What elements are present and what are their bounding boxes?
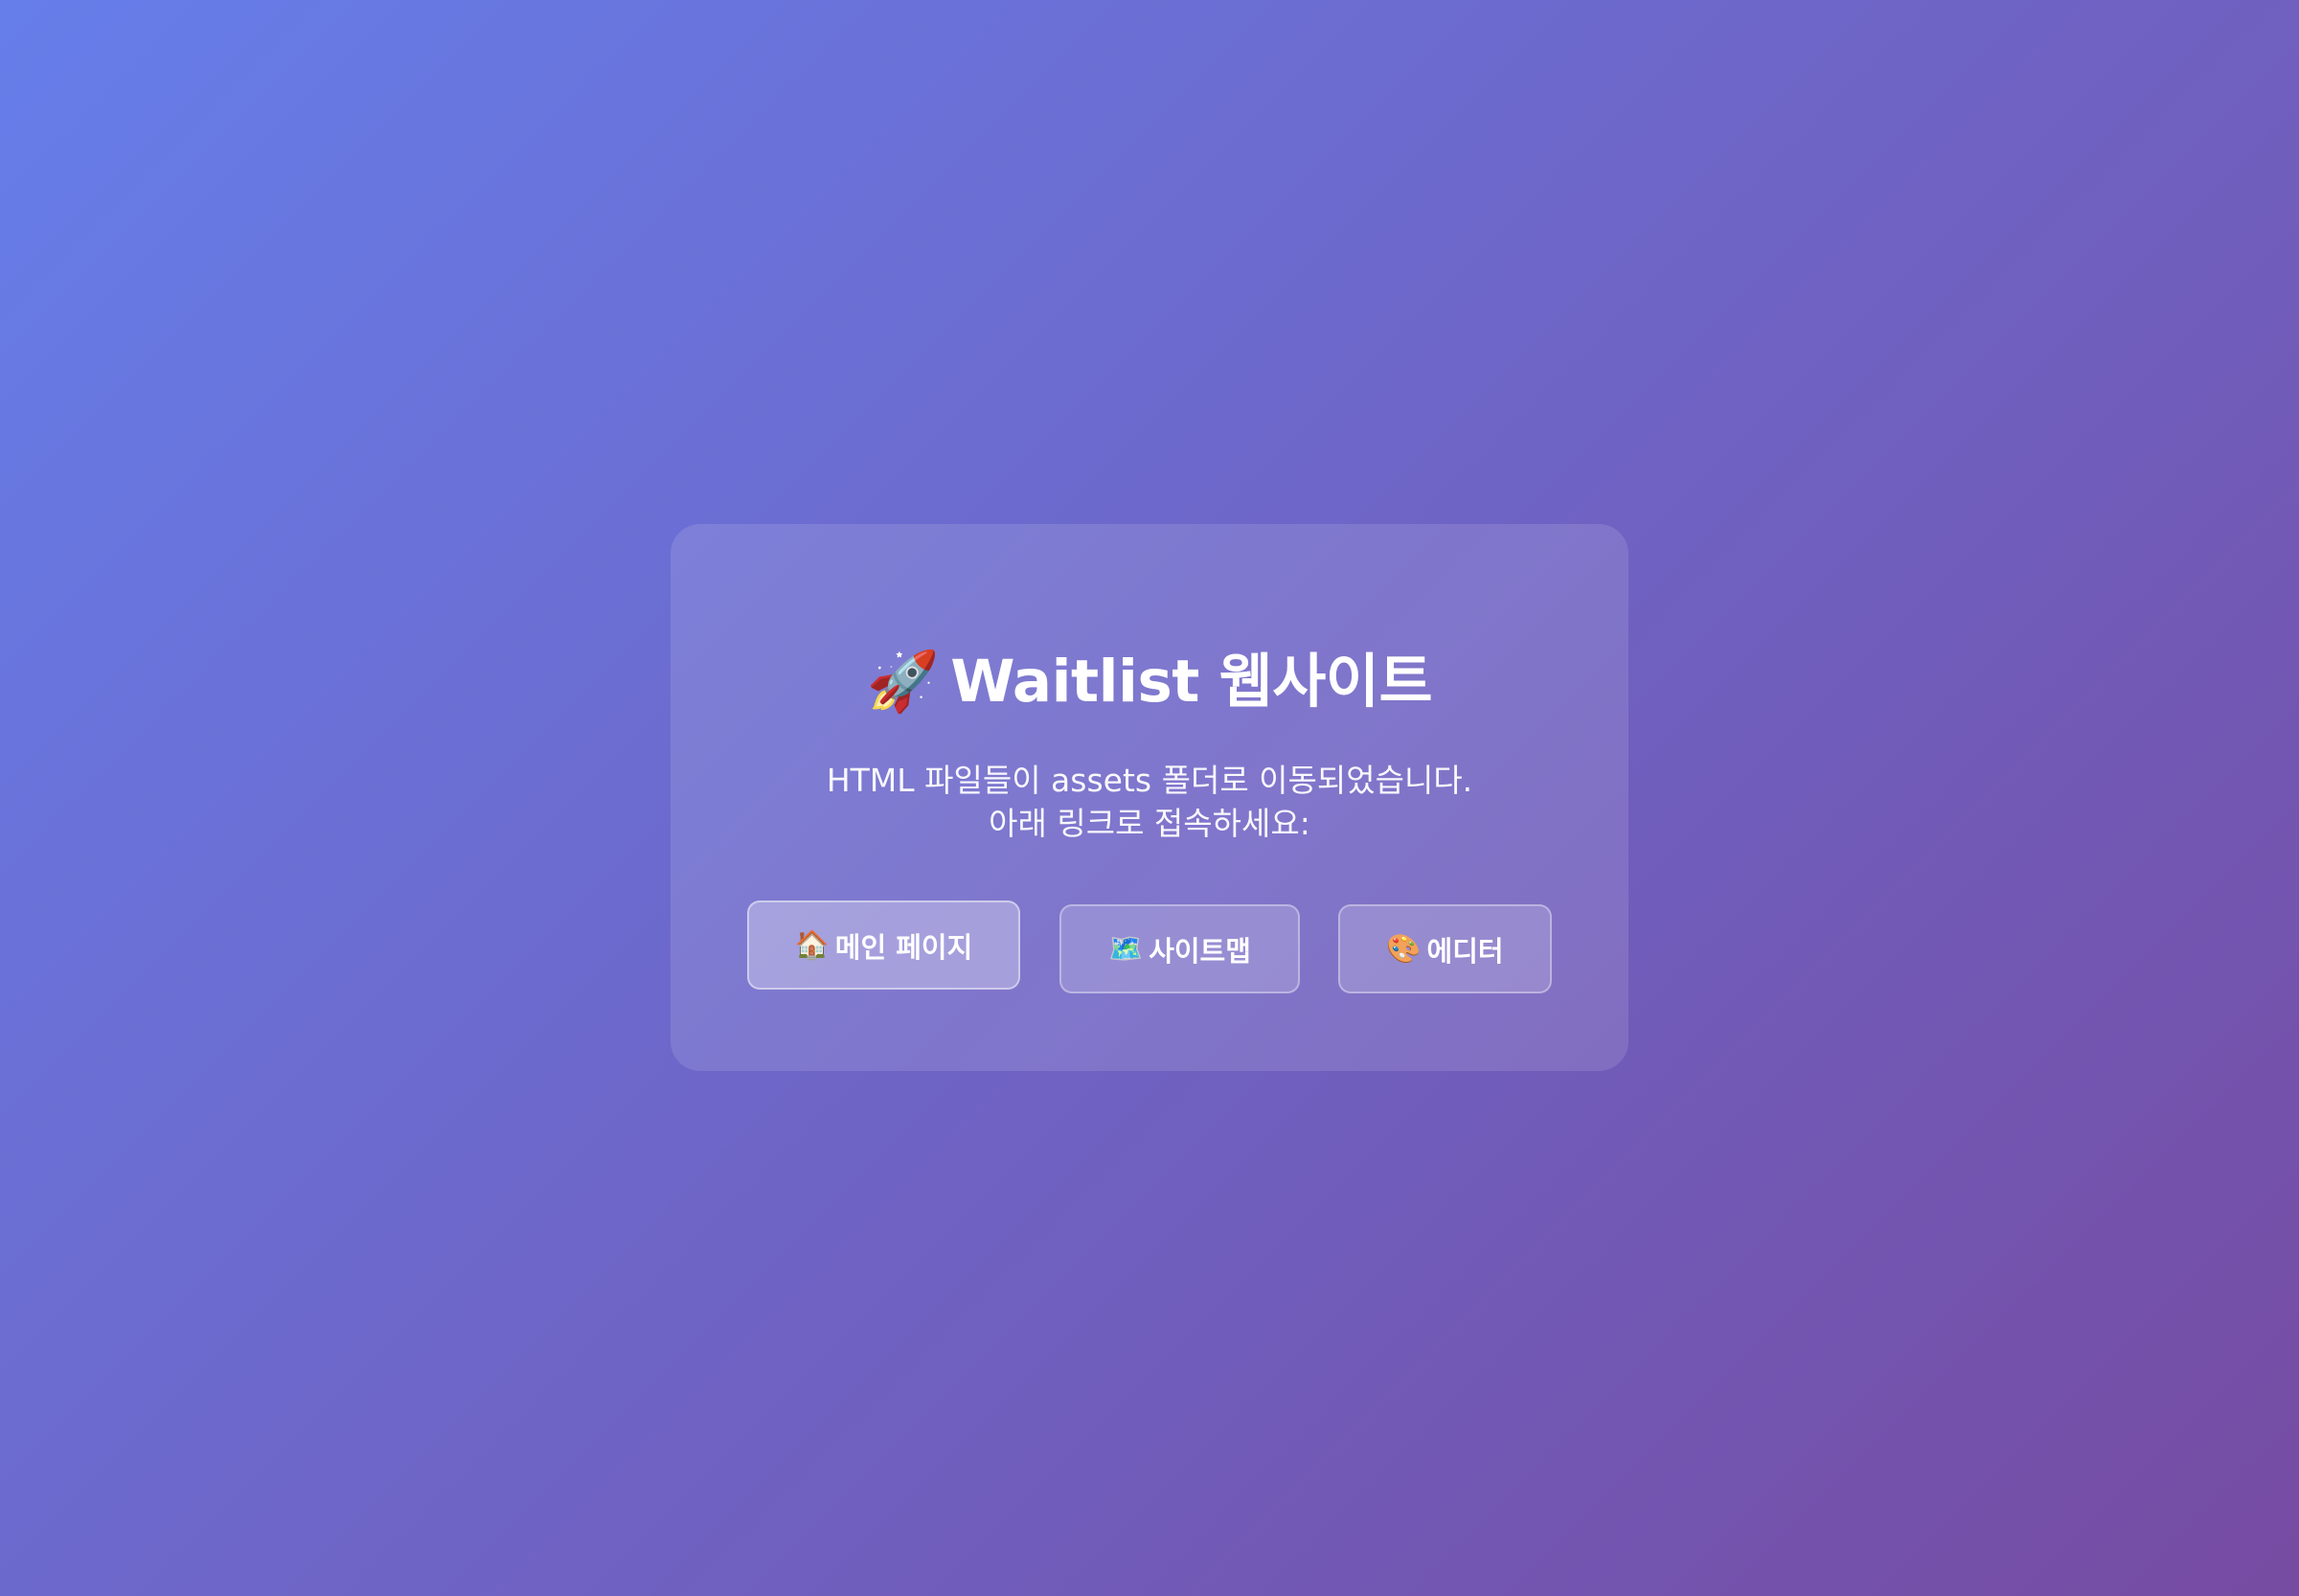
main-page-button-label: 메인 페이지 <box>834 930 973 964</box>
map-icon: 🗺️ <box>1108 932 1144 965</box>
palette-icon: 🎨 <box>1386 932 1422 965</box>
page-title: 🚀 Waitlist 웹사이트 <box>671 644 1628 720</box>
editor-button-label: 에디터 <box>1426 934 1504 968</box>
rocket-icon: 🚀 <box>866 648 940 716</box>
description-line-2: 아래 링크로 접속하세요: <box>989 805 1310 842</box>
page-title-text: Waitlist 웹사이트 <box>950 648 1433 716</box>
sitemap-button-label: 사이트맵 <box>1149 934 1251 968</box>
main-page-button[interactable]: 🏠 메인 페이지 <box>747 901 1020 990</box>
description-line-1: HTML 파일들이 assets 폴더로 이동되었습니다. <box>826 762 1473 799</box>
link-card: 🚀 Waitlist 웹사이트 HTML 파일들이 assets 폴더로 이동되었… <box>671 524 1628 1071</box>
house-icon: 🏠 <box>794 928 830 961</box>
editor-button[interactable]: 🎨 에디터 <box>1338 904 1552 993</box>
sitemap-button[interactable]: 🗺️ 사이트맵 <box>1059 904 1300 993</box>
description: HTML 파일들이 assets 폴더로 이동되었습니다. 아래 링크로 접속하… <box>671 759 1628 845</box>
